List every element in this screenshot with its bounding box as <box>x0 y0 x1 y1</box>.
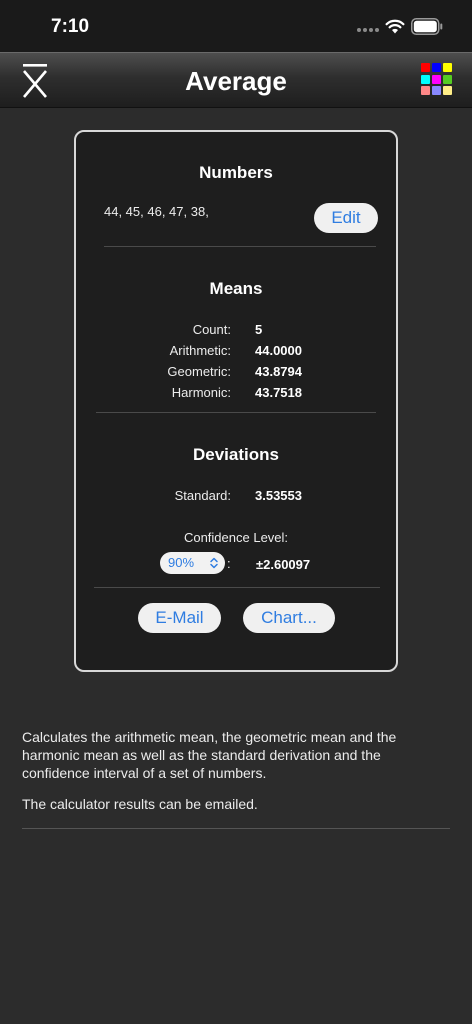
navigation-bar: Average <box>0 52 472 108</box>
divider <box>96 412 376 413</box>
chart-button[interactable]: Chart... <box>243 603 335 633</box>
means-section-title: Means <box>209 279 263 298</box>
deviations-section-title: Deviations <box>193 445 279 464</box>
standard-deviation-value: 3.53553 <box>255 488 302 503</box>
numbers-list: 44, 45, 46, 47, 38, <box>104 204 209 219</box>
results-card: Numbers 44, 45, 46, 47, 38, Edit Means C… <box>74 130 398 672</box>
email-button[interactable]: E-Mail <box>138 603 221 633</box>
grid-square <box>443 86 452 96</box>
divider <box>104 246 376 247</box>
apps-grid-icon[interactable] <box>421 63 454 96</box>
arithmetic-label: Arithmetic: <box>169 343 231 358</box>
standard-deviation-label: Standard: <box>174 488 231 503</box>
numbers-section-title: Numbers <box>199 163 273 182</box>
up-down-chevron-icon <box>210 557 218 569</box>
description-paragraph: Calculates the arithmetic mean, the geom… <box>22 729 397 781</box>
description-paragraph: The calculator results can be emailed. <box>22 796 258 812</box>
harmonic-value: 43.7518 <box>255 385 302 400</box>
grid-square <box>432 74 441 84</box>
grid-square <box>421 86 430 96</box>
divider <box>94 587 380 588</box>
description: Calculates the arithmetic mean, the geom… <box>22 728 442 813</box>
divider <box>22 828 450 829</box>
count-value: 5 <box>255 322 263 337</box>
harmonic-label: Harmonic: <box>171 385 231 400</box>
confidence-colon: : <box>227 556 231 571</box>
edit-button[interactable]: Edit <box>314 203 378 233</box>
grid-square <box>421 74 430 84</box>
confidence-level-select[interactable]: 90% <box>160 552 225 574</box>
confidence-interval-value: ±2.60097 <box>256 557 311 572</box>
grid-square <box>443 74 452 84</box>
grid-square <box>432 86 441 96</box>
battery-icon <box>411 18 443 35</box>
status-time: 7:10 <box>51 16 90 37</box>
confidence-level-selected: 90% <box>168 555 195 570</box>
grid-square <box>443 63 452 72</box>
grid-square <box>432 63 441 72</box>
page-title: Average <box>185 66 287 96</box>
confidence-level-label: Confidence Level: <box>183 530 289 545</box>
status-bar: 7:10 <box>0 0 472 52</box>
arithmetic-value: 44.0000 <box>255 343 302 358</box>
cellular-signal-icon <box>357 28 379 34</box>
wifi-icon <box>385 19 405 34</box>
geometric-value: 43.8794 <box>255 364 302 379</box>
grid-square <box>421 63 430 72</box>
geometric-label: Geometric: <box>167 364 231 379</box>
count-label: Count: <box>192 322 231 337</box>
